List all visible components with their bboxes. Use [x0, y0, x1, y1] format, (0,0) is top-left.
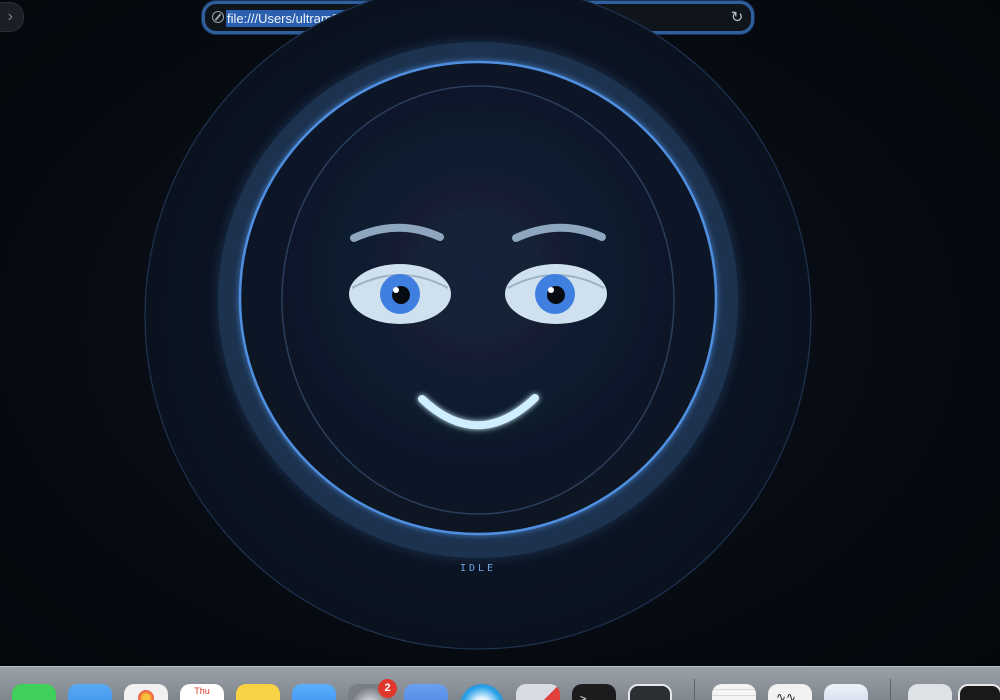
preview-icon[interactable]: [404, 684, 448, 700]
right-eye: [505, 264, 607, 324]
calendar-day: Thu: [194, 686, 210, 696]
notes-icon[interactable]: [236, 684, 280, 700]
window-icon[interactable]: [958, 684, 1000, 700]
app-store-icon[interactable]: [516, 684, 560, 700]
photos-icon[interactable]: [124, 684, 168, 700]
left-eye: [349, 264, 451, 324]
activity-monitor-icon[interactable]: ∿∿: [768, 684, 812, 700]
avatar-face: [144, 0, 812, 650]
cloud-app-icon[interactable]: [824, 684, 868, 700]
calendar-icon[interactable]: Thu: [180, 684, 224, 700]
notification-badge: 2: [378, 679, 397, 698]
mail-icon[interactable]: [68, 684, 112, 700]
messages-icon[interactable]: [12, 684, 56, 700]
dark-app-icon[interactable]: [628, 684, 672, 700]
status-label: IDLE: [459, 563, 497, 574]
dock: Thu >_ ∿∿: [0, 666, 1000, 700]
face-ring: [238, 60, 718, 536]
safari-icon[interactable]: [460, 684, 504, 700]
dock-separator: [890, 679, 891, 700]
xcode-icon[interactable]: [292, 684, 336, 700]
terminal-icon[interactable]: >_: [572, 684, 616, 700]
dock-separator: [694, 679, 695, 700]
textedit-icon[interactable]: [712, 684, 756, 700]
printer-icon[interactable]: [908, 684, 952, 700]
